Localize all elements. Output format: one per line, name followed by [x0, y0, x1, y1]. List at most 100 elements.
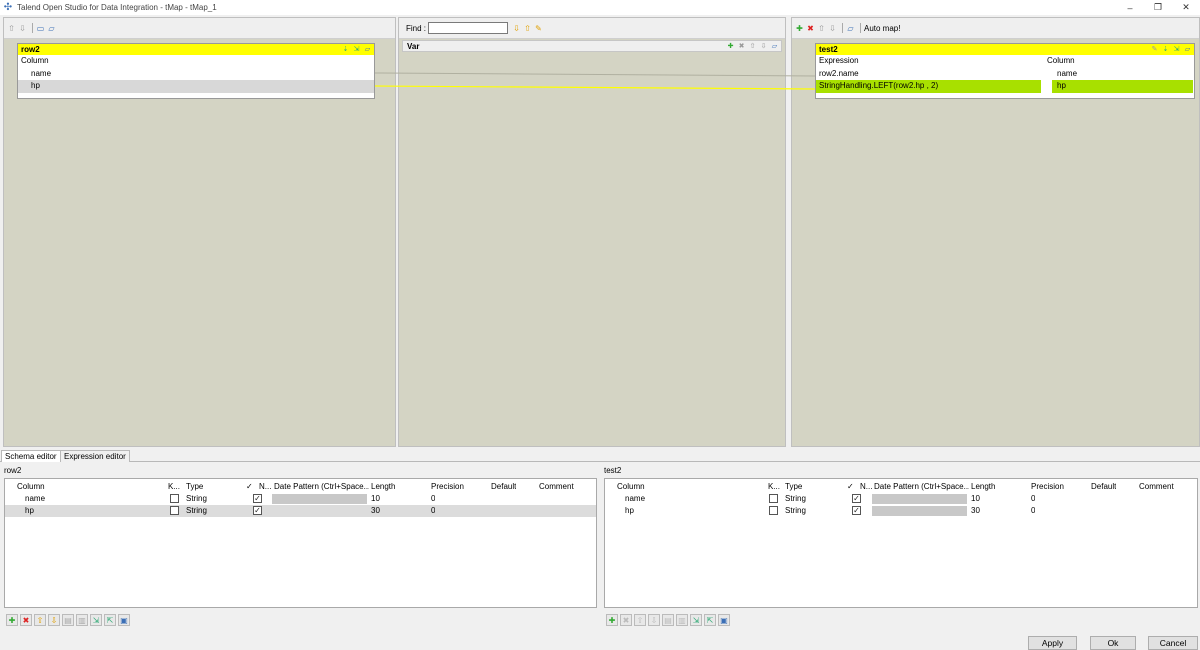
key-checkbox[interactable]: [170, 506, 179, 515]
cell-precision[interactable]: 0: [431, 505, 435, 517]
nullable-checkbox[interactable]: ✓: [253, 506, 262, 515]
add-column-icon[interactable]: ✚: [606, 614, 618, 626]
col-header-length[interactable]: Length: [971, 481, 995, 493]
cell-type[interactable]: String: [785, 505, 806, 517]
add-var-icon[interactable]: ✚: [726, 41, 735, 52]
cell-precision[interactable]: 0: [431, 493, 435, 505]
tab-expression-editor[interactable]: Expression editor: [60, 450, 130, 462]
cell-column[interactable]: hp: [625, 505, 634, 517]
col-header-default[interactable]: Default: [491, 481, 516, 493]
output-table-test2[interactable]: test2 ✎ ⇣ ⇲ ▱ Expression Column row2.nam…: [815, 43, 1195, 99]
copy-icon[interactable]: ▤: [62, 614, 74, 626]
move-up-icon[interactable]: ⇧: [7, 24, 16, 33]
expression-filter-icon[interactable]: ⇲: [352, 45, 361, 54]
minimize-all-icon[interactable]: ▭: [36, 24, 45, 33]
remove-output-icon[interactable]: ✖: [806, 24, 815, 33]
move-down-icon[interactable]: ⇩: [18, 24, 27, 33]
find-next-icon[interactable]: ⇩: [512, 24, 521, 33]
col-header-date-pattern[interactable]: Date Pattern (Ctrl+Space...: [874, 481, 969, 493]
col-header-precision[interactable]: Precision: [1031, 481, 1064, 493]
export-icon[interactable]: ⇱: [104, 614, 116, 626]
move-up-column-icon[interactable]: ⇧: [634, 614, 646, 626]
col-header-column[interactable]: Column: [17, 481, 45, 493]
minimize-table-icon[interactable]: ▱: [363, 45, 372, 54]
cell-type[interactable]: String: [186, 493, 207, 505]
key-checkbox[interactable]: [769, 494, 778, 503]
remove-column-icon[interactable]: ✖: [620, 614, 632, 626]
table-row[interactable]: hp String ✓ 30 0: [5, 505, 596, 517]
paste-icon[interactable]: ▥: [676, 614, 688, 626]
output-row-name[interactable]: row2.name name: [816, 68, 1194, 81]
remove-column-icon[interactable]: ✖: [20, 614, 32, 626]
copy-icon[interactable]: ▤: [662, 614, 674, 626]
input-table-header[interactable]: row2 ⇣ ⇲ ▱: [18, 44, 374, 55]
cell-length[interactable]: 10: [371, 493, 380, 505]
output-column-cell[interactable]: name: [1057, 68, 1077, 81]
expression-cell[interactable]: row2.name: [819, 69, 859, 78]
input-row-hp[interactable]: hp: [18, 80, 374, 93]
var-table-header[interactable]: Var ✚ ✖ ⇧ ⇩ ▱: [402, 40, 782, 52]
output-expression-filter-icon[interactable]: ⇲: [1172, 45, 1181, 54]
close-button[interactable]: ✕: [1172, 0, 1200, 15]
key-checkbox[interactable]: [170, 494, 179, 503]
export-icon[interactable]: ⇱: [704, 614, 716, 626]
import-icon[interactable]: ⇲: [90, 614, 102, 626]
save-icon[interactable]: ▣: [718, 614, 730, 626]
cell-precision[interactable]: 0: [1031, 493, 1035, 505]
col-header-length[interactable]: Length: [371, 481, 395, 493]
table-row[interactable]: hp String ✓ 30 0: [605, 505, 1197, 517]
restore-button[interactable]: ❐: [1144, 0, 1172, 15]
cell-column[interactable]: hp: [25, 505, 34, 517]
add-filter-icon[interactable]: ⇣: [341, 45, 350, 54]
col-header-nullable[interactable]: N...: [259, 481, 271, 493]
var-down-icon[interactable]: ⇩: [759, 41, 768, 52]
move-down-column-icon[interactable]: ⇩: [648, 614, 660, 626]
apply-button[interactable]: Apply: [1028, 636, 1077, 650]
tab-schema-editor[interactable]: Schema editor: [1, 450, 61, 462]
find-previous-icon[interactable]: ⇧: [523, 24, 532, 33]
table-row[interactable]: name String ✓ 10 0: [5, 493, 596, 505]
cell-type[interactable]: String: [186, 505, 207, 517]
remove-var-icon[interactable]: ✖: [737, 41, 746, 52]
col-header-key[interactable]: K...: [168, 481, 180, 493]
var-minimize-icon[interactable]: ▱: [770, 41, 779, 52]
nullable-checkbox[interactable]: ✓: [852, 506, 861, 515]
col-header-default[interactable]: Default: [1091, 481, 1116, 493]
import-icon[interactable]: ⇲: [690, 614, 702, 626]
col-header-check[interactable]: ✓: [847, 481, 854, 493]
output-down-icon[interactable]: ⇩: [828, 24, 837, 33]
nullable-checkbox[interactable]: ✓: [852, 494, 861, 503]
output-minimize-all-icon[interactable]: ▱: [846, 24, 855, 33]
date-pattern-cell[interactable]: [272, 506, 367, 516]
cell-length[interactable]: 30: [971, 505, 980, 517]
cell-precision[interactable]: 0: [1031, 505, 1035, 517]
expression-cell-mapped[interactable]: StringHandling.LEFT(row2.hp , 2): [816, 80, 1041, 93]
move-up-column-icon[interactable]: ⇧: [34, 614, 46, 626]
input-row-name[interactable]: name: [18, 68, 374, 81]
date-pattern-cell[interactable]: [272, 494, 367, 504]
settings-icon[interactable]: ✎: [1150, 45, 1159, 54]
col-header-precision[interactable]: Precision: [431, 481, 464, 493]
cell-length[interactable]: 10: [971, 493, 980, 505]
find-input[interactable]: [428, 22, 509, 34]
output-row-hp[interactable]: StringHandling.LEFT(row2.hp , 2) hp: [816, 80, 1194, 93]
add-output-icon[interactable]: ✚: [795, 24, 804, 33]
col-header-check[interactable]: ✓: [246, 481, 253, 493]
table-row[interactable]: name String ✓ 10 0: [605, 493, 1197, 505]
date-pattern-cell[interactable]: [872, 506, 967, 516]
cell-column[interactable]: name: [25, 493, 45, 505]
var-up-icon[interactable]: ⇧: [748, 41, 757, 52]
output-up-icon[interactable]: ⇧: [817, 24, 826, 33]
output-table-header[interactable]: test2 ✎ ⇣ ⇲ ▱: [816, 44, 1194, 55]
paste-icon[interactable]: ▥: [76, 614, 88, 626]
col-header-column[interactable]: Column: [617, 481, 645, 493]
col-header-date-pattern[interactable]: Date Pattern (Ctrl+Space...: [274, 481, 369, 493]
output-column-cell-mapped[interactable]: hp: [1052, 80, 1193, 93]
col-header-key[interactable]: K...: [768, 481, 780, 493]
output-minimize-table-icon[interactable]: ▱: [1183, 45, 1192, 54]
collapse-icon[interactable]: ▱: [47, 24, 56, 33]
date-pattern-cell[interactable]: [872, 494, 967, 504]
key-checkbox[interactable]: [769, 506, 778, 515]
save-icon[interactable]: ▣: [118, 614, 130, 626]
nullable-checkbox[interactable]: ✓: [253, 494, 262, 503]
